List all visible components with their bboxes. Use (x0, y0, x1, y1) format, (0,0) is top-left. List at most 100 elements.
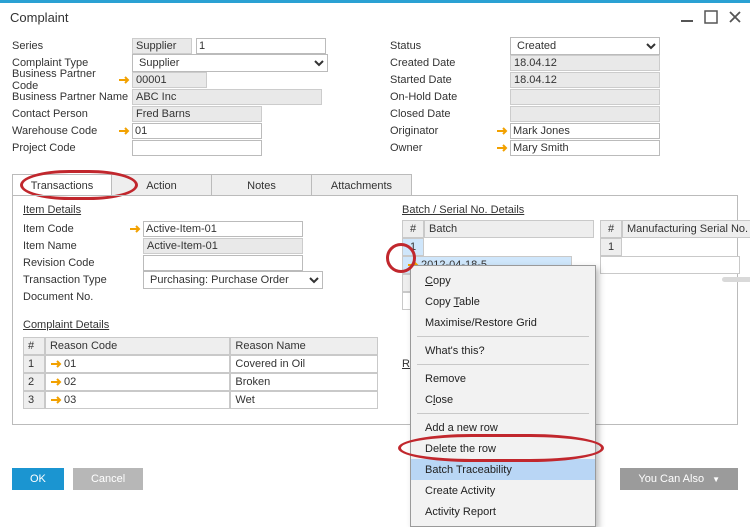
menu-remove[interactable]: Remove (411, 368, 595, 389)
warehouse-label: Warehouse Code (12, 125, 118, 137)
minimize-icon[interactable] (680, 10, 694, 24)
tab-transactions[interactable]: Transactions (12, 174, 112, 196)
warehouse-code-input[interactable] (132, 123, 262, 139)
reason-name-cell: Covered in Oil (230, 355, 378, 373)
tab-action[interactable]: Action (112, 174, 212, 196)
mserial-row-index: 1 (600, 238, 622, 256)
owner-label: Owner (390, 142, 496, 154)
complaint-type-select[interactable]: Supplier (132, 54, 328, 72)
transaction-type-select[interactable]: Purchasing: Purchase Order (143, 271, 323, 289)
menu-copy[interactable]: Copy (411, 270, 595, 291)
reason-row[interactable]: 1 01 Covered in Oil (23, 355, 378, 373)
link-arrow-icon[interactable] (118, 75, 132, 85)
menu-add-row[interactable]: Add a new row (411, 417, 595, 438)
complaint-details-heading: Complaint Details (23, 319, 378, 331)
status-label: Status (390, 40, 510, 52)
item-name-label: Item Name (23, 240, 143, 252)
item-code-input[interactable] (143, 221, 303, 237)
tab-body-transactions: Item Details Item Code Item Name Active-… (12, 195, 738, 425)
link-arrow-icon[interactable] (496, 126, 510, 136)
owner-input[interactable] (510, 140, 660, 156)
revision-code-input[interactable] (143, 255, 303, 271)
link-arrow-icon[interactable] (496, 143, 510, 153)
menu-maximise-restore[interactable]: Maximise/Restore Grid (411, 312, 595, 333)
you-can-also-button[interactable]: You Can Also▼ (620, 468, 738, 490)
item-name-value: Active-Item-01 (143, 238, 303, 254)
link-arrow-icon[interactable] (118, 126, 132, 136)
ok-button[interactable]: OK (12, 468, 64, 490)
bp-name-value: ABC Inc (132, 89, 322, 105)
window-title: Complaint (10, 10, 69, 25)
menu-separator (417, 336, 589, 337)
bp-code-label: Business Partner Code (12, 68, 118, 92)
cancel-button[interactable]: Cancel (73, 468, 143, 490)
link-arrow-icon[interactable] (50, 395, 64, 405)
menu-separator (417, 413, 589, 414)
batch-row-index: 1 (402, 238, 424, 256)
link-arrow-icon[interactable] (50, 359, 64, 369)
item-details-heading: Item Details (23, 204, 378, 216)
mserial-col-header[interactable]: Manufacturing Serial No. (622, 220, 750, 238)
bp-code-value[interactable]: 00001 (132, 72, 207, 88)
project-code-input[interactable] (132, 140, 262, 156)
started-date-label: Started Date (390, 74, 510, 86)
mserial-grid: # Manufacturing Serial No. 1 (600, 220, 750, 310)
status-select[interactable]: Created (510, 37, 660, 55)
menu-copy-table[interactable]: Copy Table (411, 291, 595, 312)
document-no-label: Document No. (23, 291, 143, 303)
reason-code-cell: 02 (64, 376, 76, 388)
series-number-input[interactable] (196, 38, 326, 54)
reason-row[interactable]: 3 03 Wet (23, 391, 378, 409)
reason-row-index: 2 (23, 373, 45, 391)
created-date-value: 18.04.12 (510, 55, 660, 71)
reason-col-hash: # (23, 337, 45, 355)
contact-person-label: Contact Person (12, 108, 132, 120)
reason-name-cell: Wet (230, 391, 378, 409)
maximize-icon[interactable] (704, 10, 718, 24)
reason-col-code[interactable]: Reason Code (45, 337, 230, 355)
created-date-label: Created Date (390, 57, 510, 69)
series-value[interactable]: Supplier (132, 38, 192, 54)
onhold-date-label: On-Hold Date (390, 91, 510, 103)
reason-name-cell: Broken (230, 373, 378, 391)
batch-col-hash: # (402, 220, 424, 238)
reason-code-cell: 01 (64, 358, 76, 370)
bp-name-label: Business Partner Name (12, 91, 132, 103)
closed-date-value (510, 106, 660, 122)
project-code-label: Project Code (12, 142, 132, 154)
close-icon[interactable] (728, 10, 742, 24)
reason-table: # Reason Code Reason Name 1 01 Covered i… (23, 337, 378, 409)
batch-col-batch[interactable]: Batch (424, 220, 594, 238)
tab-strip: Transactions Action Notes Attachments (12, 174, 738, 196)
header-right-group: Status Created Created Date 18.04.12 Sta… (390, 37, 738, 156)
closed-date-label: Closed Date (390, 108, 510, 120)
menu-separator (417, 364, 589, 365)
menu-activity-report[interactable]: Activity Report (411, 501, 595, 522)
menu-close[interactable]: Close (411, 389, 595, 410)
originator-label: Originator (390, 125, 496, 137)
link-arrow-icon[interactable] (129, 224, 143, 234)
footer: OK Cancel You Can Also▼ (12, 468, 738, 490)
menu-whats-this[interactable]: What's this? (411, 340, 595, 361)
you-can-also-label: You Can Also (638, 473, 704, 485)
mserial-cell (600, 256, 740, 274)
revision-code-label: Revision Code (23, 257, 143, 269)
title-bar: Complaint (0, 3, 750, 31)
reason-row-index: 3 (23, 391, 45, 409)
originator-input[interactable] (510, 123, 660, 139)
tab-notes[interactable]: Notes (212, 174, 312, 196)
menu-delete-row[interactable]: Delete the row (411, 438, 595, 459)
tab-attachments[interactable]: Attachments (312, 174, 412, 196)
contact-person-value[interactable]: Fred Barns (132, 106, 262, 122)
reason-row[interactable]: 2 02 Broken (23, 373, 378, 391)
header-left-group: Series Supplier Complaint Type Supplier … (12, 37, 360, 156)
mserial-row[interactable]: 1 (600, 238, 750, 274)
mserial-col-hash: # (600, 220, 622, 238)
reason-code-cell: 03 (64, 394, 76, 406)
onhold-date-value (510, 89, 660, 105)
transaction-type-label: Transaction Type (23, 274, 143, 286)
item-code-label: Item Code (23, 223, 129, 235)
reason-row-index: 1 (23, 355, 45, 373)
reason-col-name[interactable]: Reason Name (230, 337, 378, 355)
link-arrow-icon[interactable] (50, 377, 64, 387)
